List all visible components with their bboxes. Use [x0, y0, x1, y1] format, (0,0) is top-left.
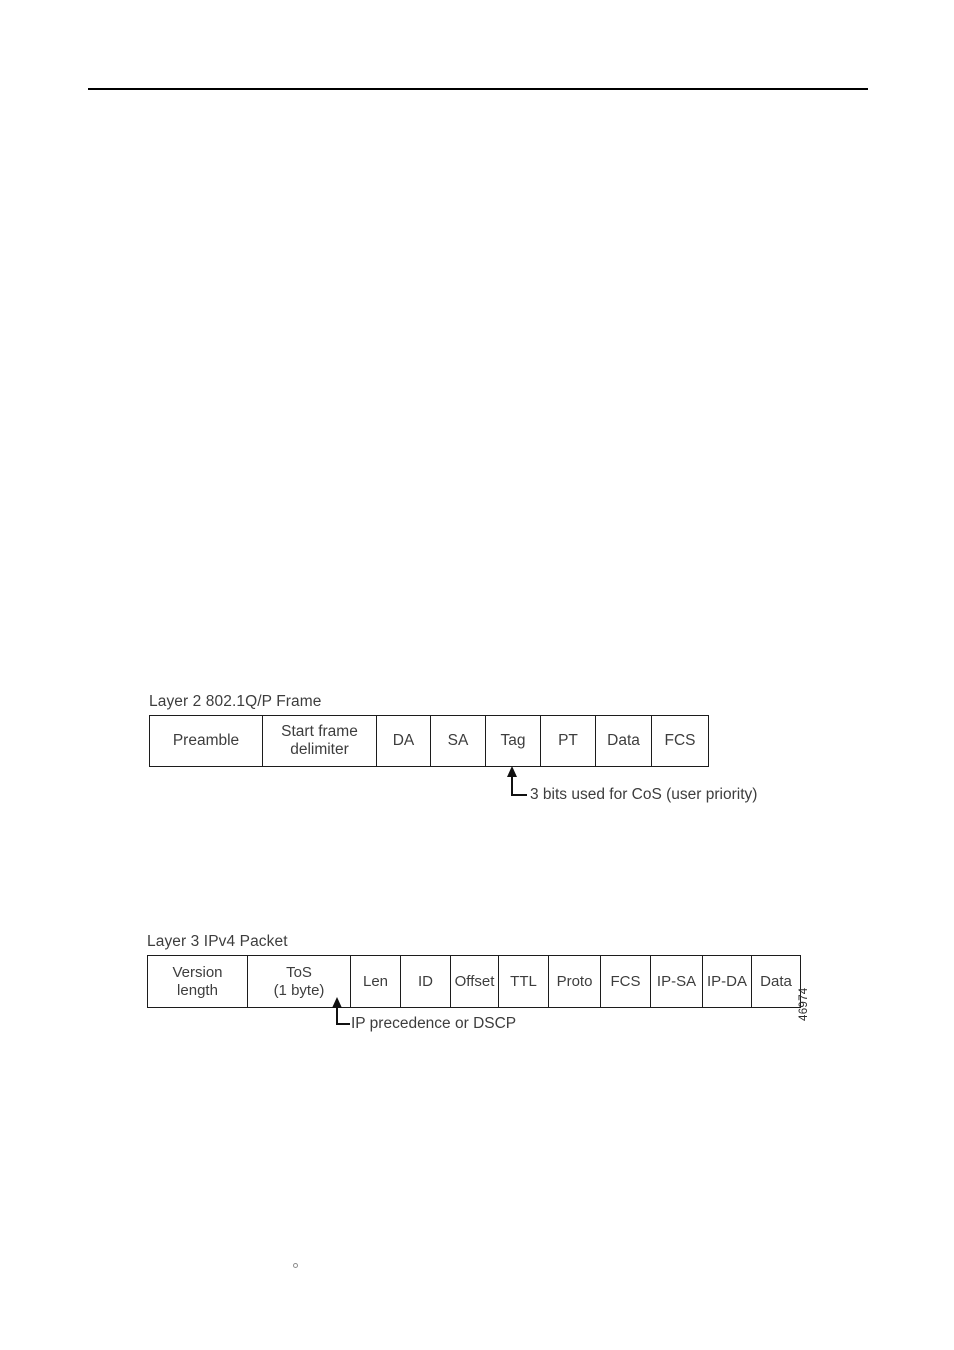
packet-field-pt: PT	[541, 716, 596, 766]
document-page: Layer 2 802.1Q/P Frame Preamble Start fr…	[0, 0, 954, 1350]
packet-field-fcs: FCS	[664, 731, 696, 749]
packet-field-data-l3: Data	[760, 972, 792, 990]
packet-field-sa: SA	[431, 716, 486, 766]
packet-field-data: Data	[596, 716, 652, 766]
figure-layer2-frame: Layer 2 802.1Q/P Frame Preamble Start fr…	[149, 693, 709, 767]
packet-field-ip-sa: IP-SA	[651, 956, 703, 1007]
leader-line-vertical	[511, 775, 513, 796]
packet-field-start-frame-delimiter: Start frame delimiter	[263, 716, 377, 766]
figure-title-layer2: Layer 2 802.1Q/P Frame	[149, 693, 322, 710]
layer2-packet-table: Preamble Start frame delimiter DA SA Tag …	[149, 715, 709, 767]
packet-field-fcs-l3: FCS	[601, 956, 651, 1007]
packet-field-preamble: Preamble	[150, 716, 263, 766]
header-rule	[88, 88, 868, 90]
figure-id-number: 46974	[798, 987, 810, 1021]
packet-field-da: DA	[377, 716, 431, 766]
leader-line-horizontal	[511, 794, 527, 796]
callout-cos-bits: 3 bits used for CoS (user priority)	[500, 766, 820, 808]
callout-ip-precedence: IP precedence or DSCP	[330, 997, 560, 1037]
packet-field-ip-da: IP-DA	[703, 956, 752, 1007]
leader-line-horizontal	[336, 1023, 350, 1025]
packet-field-version-length: Version length	[148, 956, 248, 1007]
packet-field-tag: Tag	[486, 716, 541, 766]
callout-label-ip-precedence: IP precedence or DSCP	[351, 1015, 517, 1032]
figure-title-layer3: Layer 3 IPv4 Packet	[147, 933, 288, 950]
page-artifact-mark	[293, 1263, 298, 1268]
callout-label-cos-bits: 3 bits used for CoS (user priority)	[530, 786, 758, 803]
